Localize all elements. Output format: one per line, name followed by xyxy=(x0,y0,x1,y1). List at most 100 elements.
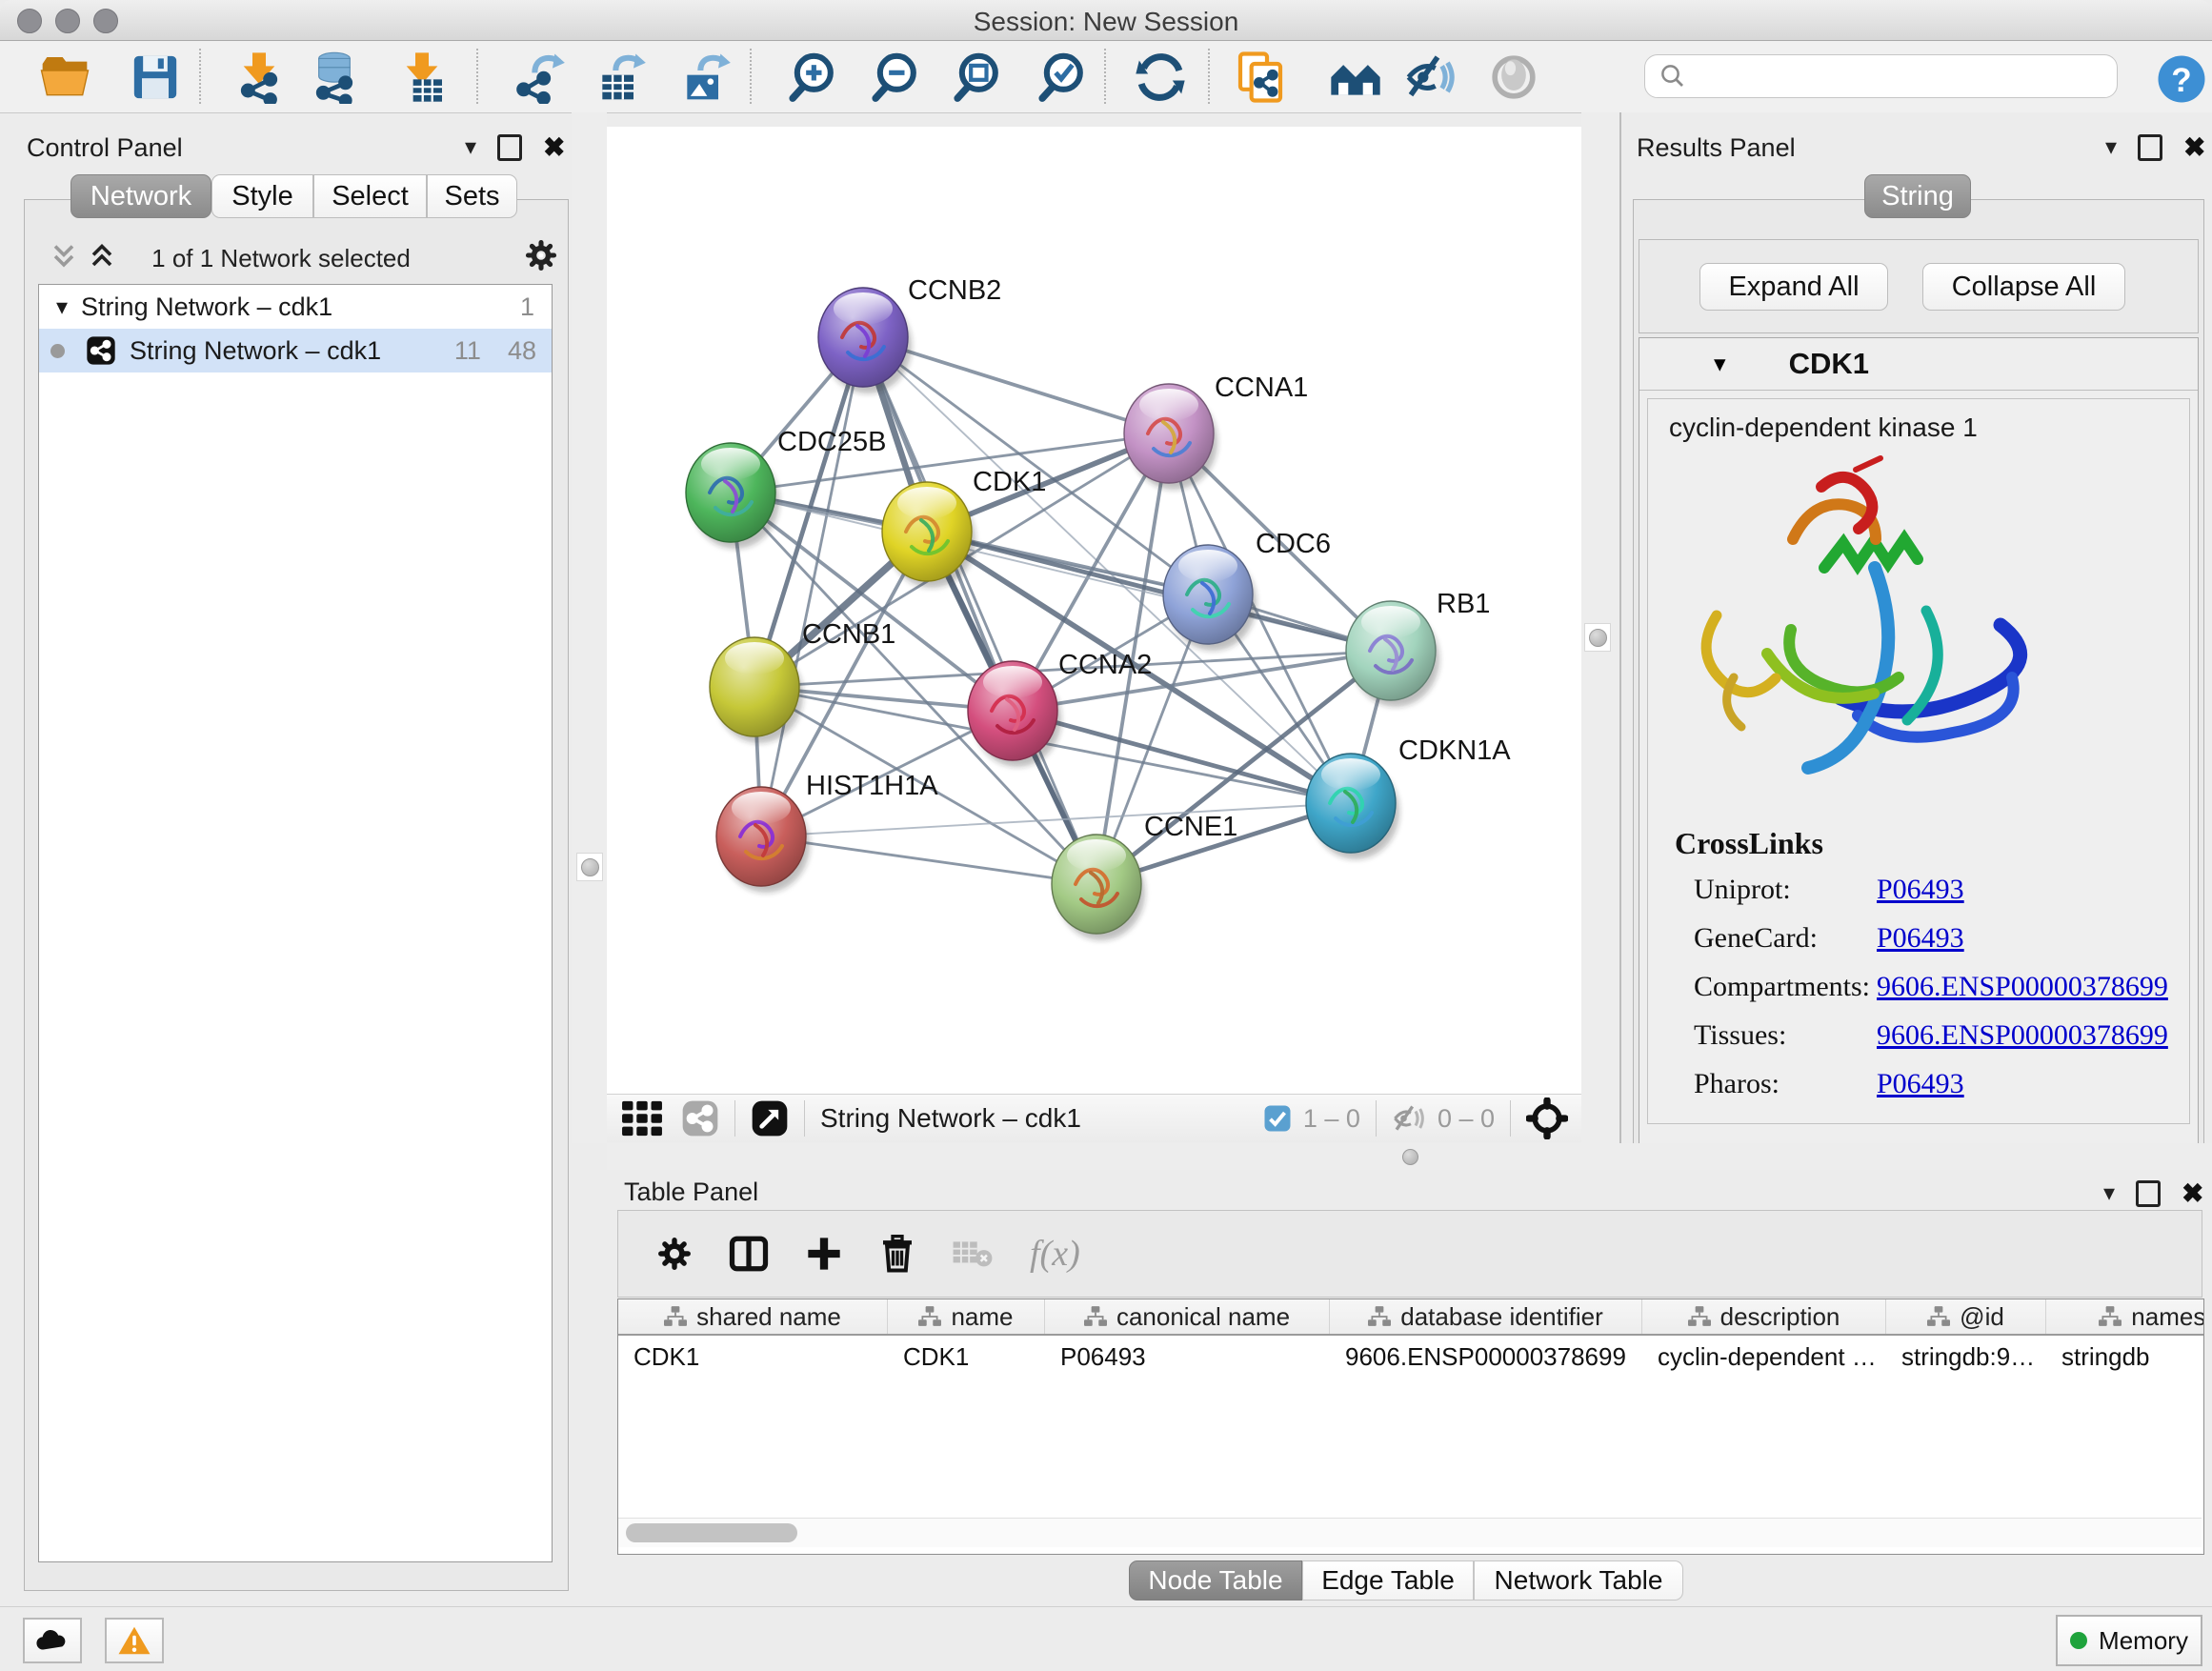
table-cell[interactable]: CDK1 xyxy=(618,1342,888,1372)
column-header-2[interactable]: name xyxy=(888,1299,1045,1334)
delete-table-icon[interactable] xyxy=(952,1238,994,1270)
edge-HIST1H1A-CCNE1[interactable] xyxy=(761,836,1096,884)
edge-CCNB2-CCNE1[interactable] xyxy=(863,337,1096,884)
show-hidden-icon[interactable] xyxy=(1487,50,1540,104)
column-header-1[interactable]: shared name xyxy=(618,1299,888,1334)
tab-node-table[interactable]: Node Table xyxy=(1129,1560,1302,1601)
delete-column-trash-icon[interactable] xyxy=(879,1235,915,1273)
tab-string[interactable]: String xyxy=(1864,174,1971,218)
hide-selected-icon[interactable] xyxy=(1404,50,1458,104)
node-CDK1[interactable]: CDK1 xyxy=(882,467,1046,588)
expand-all-button[interactable]: Expand All xyxy=(1699,263,1888,311)
network-canvas[interactable]: CCNB2 CCNA1 CDC25B CDK1 CDC6 RB1 CCNB1 C… xyxy=(607,127,1581,1094)
save-session-icon[interactable] xyxy=(129,50,182,104)
table-cell[interactable]: stringdb:9… xyxy=(1886,1342,2046,1372)
right-splitter-handle[interactable] xyxy=(1584,623,1611,652)
zoom-fit-icon[interactable] xyxy=(950,50,1003,104)
memory-button[interactable]: Memory xyxy=(2056,1615,2202,1666)
import-network-file-icon[interactable] xyxy=(232,50,286,104)
export-image-icon[interactable] xyxy=(678,50,732,104)
crosslink-value[interactable]: 9606.ENSP00000378699 xyxy=(1877,1019,2168,1052)
column-header-7[interactable]: namespace xyxy=(2046,1299,2204,1334)
horizontal-scrollbar[interactable] xyxy=(618,1518,2202,1547)
crosslink-value[interactable]: P06493 xyxy=(1877,1068,1964,1100)
network-options-gear-icon[interactable] xyxy=(524,238,558,277)
table-cell[interactable]: stringdb xyxy=(2046,1342,2204,1372)
edge-CCNB2-HIST1H1A[interactable] xyxy=(761,337,863,836)
table-cell[interactable]: 9606.ENSP00000378699 xyxy=(1330,1342,1642,1372)
function-builder-icon[interactable]: f(x) xyxy=(1030,1233,1080,1275)
export-table-icon[interactable] xyxy=(593,50,647,104)
table-cell[interactable]: cyclin-dependent … xyxy=(1642,1342,1886,1372)
crosslink-value[interactable]: P06493 xyxy=(1877,874,1964,906)
zoom-in-icon[interactable] xyxy=(785,50,838,104)
birds-eye-view-icon[interactable] xyxy=(620,1099,664,1137)
left-splitter-handle[interactable] xyxy=(576,853,603,881)
network-graph[interactable]: CCNB2 CCNA1 CDC25B CDK1 CDC6 RB1 CCNB1 C… xyxy=(607,127,1581,1094)
tab-sets[interactable]: Sets xyxy=(427,174,517,218)
import-network-database-icon[interactable] xyxy=(308,50,361,104)
collapse-all-button[interactable]: Collapse All xyxy=(1922,263,2125,311)
column-header-5[interactable]: description xyxy=(1642,1299,1886,1334)
horizontal-splitter-handle[interactable] xyxy=(1402,1149,1418,1165)
left-splitter[interactable] xyxy=(572,112,607,1143)
node-CCNE1[interactable]: CCNE1 xyxy=(1052,812,1237,940)
collapse-panel-icon[interactable]: ▾ xyxy=(2105,133,2117,161)
column-header-3[interactable]: canonical name xyxy=(1045,1299,1330,1334)
crosslink-value[interactable]: P06493 xyxy=(1877,922,1964,955)
right-splitter[interactable] xyxy=(1581,112,1619,1143)
node-RB1[interactable]: RB1 xyxy=(1346,589,1490,707)
float-panel-icon[interactable] xyxy=(2138,134,2162,161)
tab-edge-table[interactable]: Edge Table xyxy=(1302,1560,1474,1601)
export-network-icon[interactable] xyxy=(513,50,566,104)
network-row[interactable]: String Network – cdk1 11 48 xyxy=(39,329,552,372)
open-session-icon[interactable] xyxy=(38,50,91,104)
table-row[interactable]: CDK1CDK1P064939606.ENSP00000378699cyclin… xyxy=(618,1336,2203,1378)
tab-network[interactable]: Network xyxy=(70,174,211,218)
clone-network-icon[interactable] xyxy=(1234,50,1287,104)
warnings-button[interactable] xyxy=(105,1618,164,1663)
selected-checkbox-icon[interactable] xyxy=(1263,1104,1292,1133)
close-panel-icon[interactable]: ✖ xyxy=(2182,1178,2203,1209)
crosslink-value[interactable]: 9606.ENSP00000378699 xyxy=(1877,971,2168,1003)
float-panel-icon[interactable] xyxy=(497,134,522,161)
node-CDKN1A[interactable]: CDKN1A xyxy=(1306,735,1511,859)
expand-all-networks-icon[interactable] xyxy=(88,242,116,275)
open-view-icon[interactable] xyxy=(751,1099,789,1137)
zoom-out-icon[interactable] xyxy=(868,50,921,104)
scrollbar-thumb[interactable] xyxy=(626,1523,797,1542)
show-all-views-icon[interactable] xyxy=(1329,50,1382,104)
tab-select[interactable]: Select xyxy=(313,174,427,218)
close-panel-icon[interactable]: ✖ xyxy=(2183,131,2205,163)
search-input[interactable] xyxy=(1687,61,2101,92)
table-cell[interactable]: CDK1 xyxy=(888,1342,1045,1372)
close-panel-icon[interactable]: ✖ xyxy=(543,131,565,163)
node-HIST1H1A[interactable]: HIST1H1A xyxy=(716,771,938,893)
horizontal-splitter[interactable] xyxy=(607,1143,2212,1170)
column-header-6[interactable]: @id xyxy=(1886,1299,2046,1334)
node-CCNA1[interactable]: CCNA1 xyxy=(1124,372,1308,490)
tree-expander-icon[interactable]: ▾ xyxy=(56,293,68,321)
network-share-icon[interactable] xyxy=(681,1099,719,1137)
tab-style[interactable]: Style xyxy=(211,174,313,218)
node-CDC25B[interactable]: CDC25B xyxy=(686,427,886,549)
hidden-eye-icon[interactable] xyxy=(1392,1102,1430,1135)
show-columns-icon[interactable] xyxy=(729,1235,769,1273)
node-CDC6[interactable]: CDC6 xyxy=(1163,529,1331,651)
fit-content-crosshair-icon[interactable] xyxy=(1526,1097,1568,1139)
column-header-4[interactable]: database identifier xyxy=(1330,1299,1642,1334)
import-table-file-icon[interactable] xyxy=(395,50,449,104)
collapse-panel-icon[interactable]: ▾ xyxy=(2103,1179,2115,1207)
node-CCNB2[interactable]: CCNB2 xyxy=(818,275,1001,393)
table-cell[interactable]: P06493 xyxy=(1045,1342,1330,1372)
collapse-all-networks-icon[interactable] xyxy=(50,242,78,275)
table-options-gear-icon[interactable] xyxy=(656,1236,693,1272)
float-panel-icon[interactable] xyxy=(2136,1180,2161,1207)
section-expander-icon[interactable]: ▾ xyxy=(1714,350,1726,378)
help-icon[interactable]: ? xyxy=(2155,52,2208,111)
refresh-icon[interactable] xyxy=(1134,50,1187,104)
search-field[interactable] xyxy=(1644,54,2118,98)
tab-network-table[interactable]: Network Table xyxy=(1474,1560,1683,1601)
cloud-button[interactable] xyxy=(23,1618,82,1663)
add-column-icon[interactable] xyxy=(805,1235,843,1273)
